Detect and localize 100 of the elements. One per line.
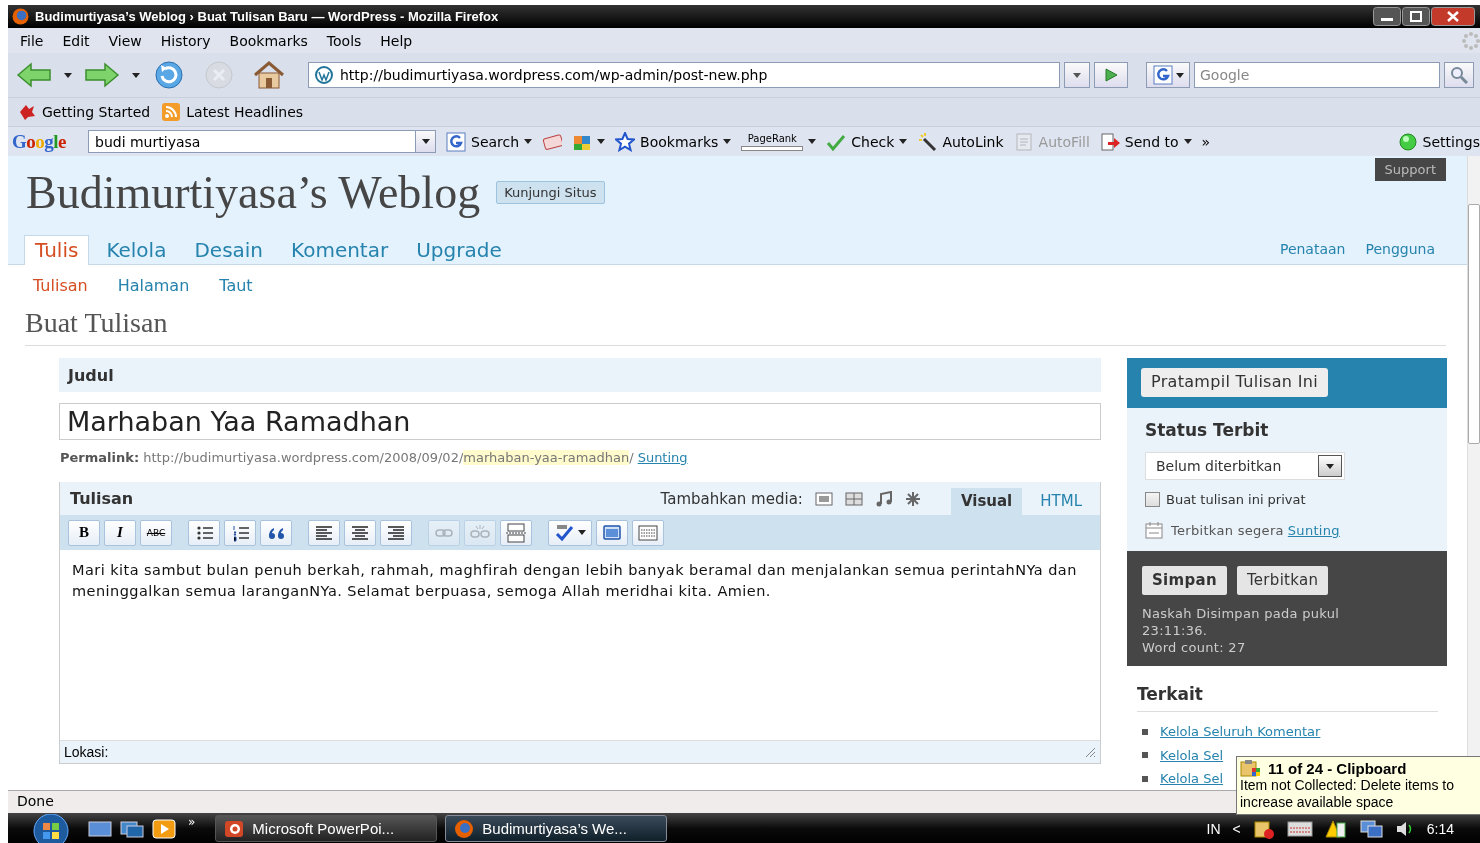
back-arrow-icon[interactable] [16, 62, 52, 88]
toolbar-button[interactable] [260, 519, 292, 546]
checkbox[interactable] [1145, 492, 1160, 507]
caret-icon[interactable] [723, 139, 732, 144]
related-link[interactable]: Kelola Seluruh Komentar [1160, 724, 1321, 740]
related-link[interactable]: Kelola Sel [1160, 747, 1223, 763]
close-button[interactable] [1431, 7, 1475, 26]
bookmark-item[interactable]: Getting Started [18, 103, 151, 121]
editor-mode-tab[interactable]: Visual [950, 488, 1023, 515]
menu-item[interactable]: Tools [318, 32, 370, 49]
menu-item[interactable]: History [152, 32, 219, 49]
caret-icon[interactable] [64, 72, 72, 78]
support-button[interactable]: Support [1374, 158, 1446, 181]
permalink-edit-link[interactable]: Sunting [637, 450, 688, 465]
search-field[interactable]: Google [1194, 62, 1440, 88]
sub-tab[interactable]: Tulisan [33, 276, 88, 295]
toolbar-button[interactable] [596, 519, 628, 546]
toolbar-button[interactable]: Search [446, 131, 533, 152]
menu-item[interactable]: Bookmarks [221, 32, 316, 49]
nav-tab[interactable]: Kelola [95, 235, 178, 265]
toolbar-button[interactable] [548, 519, 592, 546]
publish-button[interactable]: Terbitkan [1236, 566, 1329, 595]
music-note-icon[interactable] [874, 490, 893, 507]
caret-icon[interactable] [1326, 463, 1334, 469]
resize-grip-icon[interactable] [1084, 746, 1096, 758]
toolbar-button[interactable] [224, 519, 256, 546]
bookmark-item[interactable]: Latest Headlines [162, 103, 304, 121]
menu-item[interactable]: Help [372, 32, 421, 49]
toolbar-button[interactable] [344, 519, 376, 546]
nav-tab[interactable]: Upgrade [405, 235, 513, 265]
related-link[interactable]: Kelola Sel [1160, 771, 1223, 787]
editor-mode-tab[interactable]: HTML [1030, 488, 1092, 515]
schedule-edit-link[interactable]: Sunting [1287, 522, 1340, 538]
sub-tab[interactable]: Taut [219, 276, 253, 295]
strikethrough-button[interactable]: ABC [140, 519, 172, 546]
show-hidden-icons-button[interactable]: < [1232, 820, 1241, 837]
clipboard-icon[interactable] [1252, 818, 1275, 839]
toolbar-tray-icon[interactable] [1286, 819, 1313, 838]
save-button[interactable]: Simpan [1142, 566, 1227, 595]
dropdown-button[interactable] [1064, 62, 1090, 88]
go-button[interactable] [1094, 62, 1128, 88]
clock[interactable]: 6:14 [1426, 820, 1454, 837]
italic-button[interactable]: I [104, 519, 136, 546]
nav-tab[interactable]: Tulis [24, 235, 90, 265]
toolbar-button[interactable]: Send to [1099, 131, 1192, 152]
nav-link[interactable]: Penataan [1279, 241, 1346, 257]
toolbar-button[interactable]: AutoLink [917, 131, 1004, 152]
network-icon[interactable] [1358, 818, 1383, 839]
caret-icon[interactable] [597, 139, 606, 144]
toolbar-button[interactable] [308, 519, 340, 546]
dropdown-button[interactable] [415, 130, 436, 153]
caret-icon[interactable] [578, 530, 586, 535]
video-icon[interactable] [844, 491, 863, 506]
toolbar-button[interactable]: Settings [1397, 131, 1480, 152]
menu-item[interactable]: View [100, 32, 150, 49]
taskbar-button[interactable]: Budimurtiyasa’s We... [445, 815, 668, 842]
toolbar-button[interactable]: » [1201, 133, 1211, 150]
toolbar-button[interactable] [380, 519, 412, 546]
home-icon[interactable] [252, 60, 286, 90]
warning-icon[interactable] [1324, 818, 1347, 839]
scrollbar-thumb[interactable] [1468, 204, 1480, 444]
desktop-icon[interactable] [88, 819, 112, 838]
caret-icon[interactable] [421, 139, 430, 144]
caret-icon[interactable] [1183, 139, 1192, 144]
more-button[interactable]: » [188, 813, 196, 829]
caret-icon[interactable] [1073, 72, 1081, 78]
taskbar-button[interactable]: Microsoft PowerPoi... [215, 815, 438, 842]
visit-site-button[interactable]: Kunjungi Situs [496, 181, 605, 204]
sub-tab[interactable]: Halaman [117, 276, 190, 295]
toolbar-button[interactable]: PageRank [741, 132, 817, 151]
menu-item[interactable]: Edit [54, 32, 98, 49]
maximize-button[interactable] [1402, 7, 1430, 26]
caret-icon[interactable] [808, 139, 817, 144]
image-icon[interactable] [814, 491, 833, 506]
preview-button[interactable]: Pratampil Tulisan Ini [1141, 368, 1328, 397]
caret-icon[interactable] [132, 72, 140, 78]
caret-icon[interactable] [524, 139, 533, 144]
media-player-icon[interactable] [152, 818, 176, 839]
toolbar-button[interactable]: Check [826, 131, 908, 152]
nav-tab[interactable]: Desain [183, 235, 275, 265]
bold-button[interactable]: B [68, 519, 100, 546]
toolbar-button[interactable]: Bookmarks [615, 131, 732, 152]
nav-tab[interactable]: Komentar [280, 235, 400, 265]
nav-link[interactable]: Pengguna [1365, 241, 1435, 257]
search-button[interactable] [1444, 62, 1474, 88]
windows-switch-icon[interactable] [120, 819, 144, 838]
status-select[interactable]: Belum diterbitkan [1145, 452, 1345, 480]
caret-icon[interactable] [1175, 72, 1184, 78]
reload-icon[interactable] [152, 60, 186, 90]
menu-item[interactable]: File [12, 32, 52, 49]
toolbar-button[interactable] [188, 519, 220, 546]
search-engine-button[interactable] [1146, 62, 1190, 88]
toolbar-search-field[interactable]: budi murtiyasa [88, 130, 415, 153]
language-indicator[interactable]: IN [1206, 820, 1221, 837]
title-field[interactable]: Marhaban Yaa Ramadhan [59, 403, 1101, 440]
forward-arrow-icon[interactable] [84, 62, 120, 88]
caret-icon[interactable] [899, 139, 908, 144]
address-field[interactable]: http://budimurtiyasa.wordpress.com/wp-admin/post-new.php [308, 62, 1060, 88]
minimize-button[interactable] [1373, 7, 1401, 26]
asterisk-icon[interactable] [904, 490, 921, 507]
